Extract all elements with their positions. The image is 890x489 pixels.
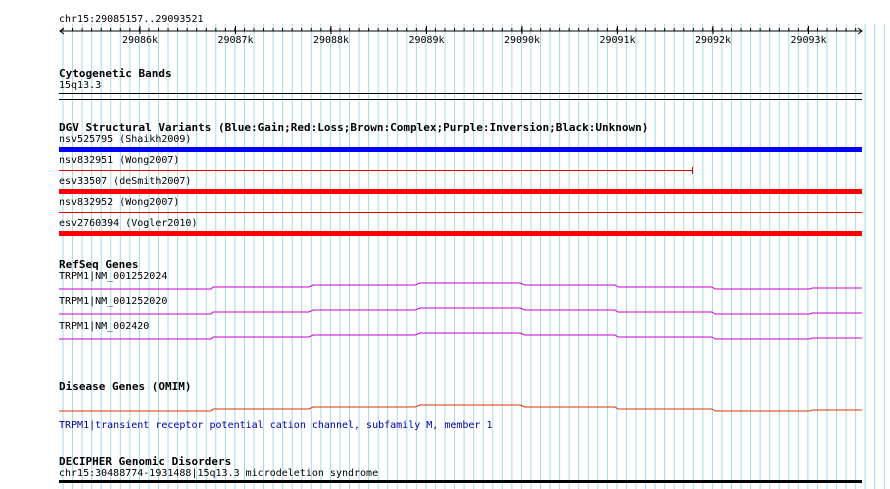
variant-line-loss[interactable] [59, 170, 693, 171]
coordinate-ruler [59, 26, 863, 35]
ruler-tick-label: 29091k [599, 35, 636, 46]
decipher-item-label[interactable]: chr15:30488774-1931488|15q13.3 microdele… [59, 468, 378, 480]
ruler-tick-label: 29086k [121, 35, 159, 46]
variant-end-tick [692, 167, 693, 174]
cytoband-bar-top[interactable] [59, 93, 862, 94]
variant-bar-loss[interactable] [59, 231, 862, 236]
ruler-tick-label: 29088k [312, 35, 350, 46]
gene-label[interactable]: TRPM1|NM_002420 [59, 321, 149, 333]
variant-bar-gain[interactable] [59, 147, 862, 152]
variant-label[interactable]: esv2760394 (Vogler2010) [59, 218, 197, 230]
ruler-tick-label: 29093k [790, 35, 827, 46]
variant-bar-loss[interactable] [59, 189, 862, 194]
ruler-tick-label: 29090k [503, 35, 541, 46]
refseq-track-title: RefSeq Genes [59, 258, 139, 271]
omim-track-title: Disease Genes (OMIM) [59, 380, 192, 393]
cytoband-label[interactable]: 15q13.3 [59, 80, 101, 92]
cytoband-track-title: Cytogenetic Bands [59, 67, 172, 80]
variant-label[interactable]: nsv832952 (Wong2007) [59, 197, 179, 209]
variant-label[interactable]: nsv525795 (Shaikh2009) [59, 134, 191, 146]
variant-label[interactable]: nsv832951 (Wong2007) [59, 155, 179, 167]
variant-label[interactable]: esv33507 (deSmith2007) [59, 176, 191, 188]
ruler-tick-label: 29089k [408, 35, 445, 46]
variant-line-loss[interactable] [59, 212, 862, 213]
ruler-tick-label: 29092k [694, 35, 732, 46]
dgv-track-title: DGV Structural Variants (Blue:Gain;Red:L… [59, 121, 649, 134]
gene-label[interactable]: TRPM1|NM_001252020 [59, 296, 167, 308]
ruler-tick-label: 29087k [217, 35, 254, 46]
gene-label[interactable]: TRPM1|NM_001252024 [59, 271, 167, 283]
decipher-track-title: DECIPHER Genomic Disorders [59, 455, 232, 468]
omim-gene-model[interactable] [0, 402, 890, 416]
omim-gene-link[interactable]: TRPM1|transient receptor potential catio… [59, 420, 492, 432]
cytoband-bar-bottom [59, 99, 862, 100]
decipher-bar[interactable] [59, 480, 862, 483]
